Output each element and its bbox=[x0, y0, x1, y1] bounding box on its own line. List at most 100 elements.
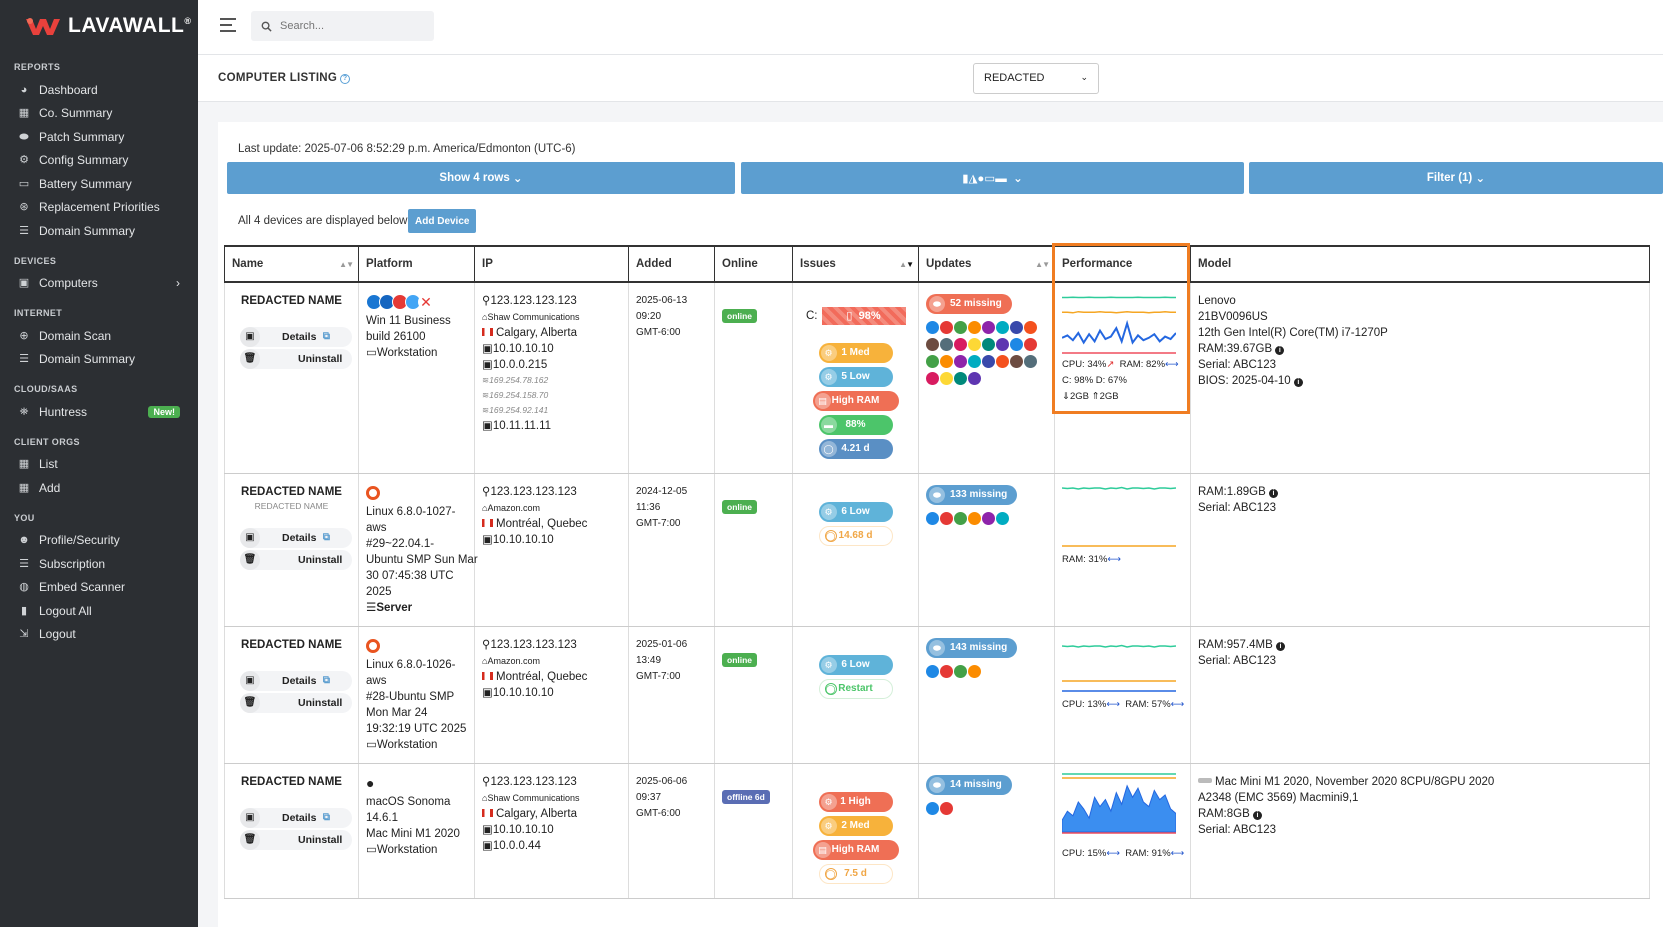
missing-updates-badge[interactable]: ⬬ 133 missing bbox=[926, 485, 1018, 505]
sidebar-item-huntress[interactable]: ⛯ Huntress New! bbox=[0, 400, 198, 424]
sidebar-item-replacement-priorities[interactable]: ⊛ Replacement Priorities bbox=[0, 196, 198, 220]
sidebar-item-list[interactable]: ▦ List bbox=[0, 453, 198, 477]
sidebar-item-add[interactable]: ▦ Add bbox=[0, 476, 198, 500]
col-header-performance[interactable]: Performance bbox=[1054, 245, 1191, 283]
issue-badge-ghost[interactable]: ◯ 7.5 d bbox=[818, 864, 893, 884]
missing-updates-badge[interactable]: ⬬ 143 missing bbox=[926, 638, 1018, 658]
app-icon[interactable] bbox=[925, 371, 940, 386]
app-icon[interactable] bbox=[967, 664, 982, 679]
app-icon[interactable] bbox=[981, 320, 996, 335]
app-icon[interactable] bbox=[981, 354, 996, 369]
app-icon[interactable] bbox=[967, 354, 982, 369]
issue-badge-bat[interactable]: ▬ 88% bbox=[818, 415, 893, 435]
missing-updates-badge[interactable]: ⬬ 52 missing bbox=[926, 294, 1012, 314]
sidebar-item-co-summary[interactable]: ▦ Co. Summary bbox=[0, 102, 198, 126]
app-icon[interactable] bbox=[995, 320, 1010, 335]
app-icon[interactable] bbox=[967, 337, 982, 352]
col-header-name[interactable]: Name ▲▼ bbox=[224, 245, 359, 283]
col-header-platform[interactable]: Platform bbox=[358, 245, 475, 283]
app-icon[interactable] bbox=[939, 511, 954, 526]
issue-badge-ghost-g[interactable]: ◯ Restart bbox=[818, 679, 893, 699]
sort-icon[interactable]: ▲▼ bbox=[339, 260, 354, 269]
col-header-issues[interactable]: Issues ▲▼ bbox=[792, 245, 919, 283]
app-icon[interactable] bbox=[1023, 354, 1038, 369]
details-button[interactable]: ▣ Details ⧉ bbox=[240, 327, 352, 347]
app-icon[interactable] bbox=[1023, 337, 1038, 352]
app-icon[interactable] bbox=[953, 337, 968, 352]
col-header-added[interactable]: Added bbox=[628, 245, 715, 283]
issue-badge-ram[interactable]: ▤ High RAM bbox=[812, 391, 899, 411]
app-icon[interactable] bbox=[939, 371, 954, 386]
menu-toggle-icon[interactable] bbox=[220, 18, 236, 32]
app-icon[interactable] bbox=[995, 511, 1010, 526]
uninstall-button[interactable]: 🗑 Uninstall bbox=[240, 550, 352, 570]
uninstall-button[interactable]: 🗑 Uninstall bbox=[240, 830, 352, 850]
details-button[interactable]: ▣ Details ⧉ bbox=[240, 528, 352, 548]
sidebar-item-dashboard[interactable]: ◕ Dashboard bbox=[0, 78, 198, 102]
app-icon[interactable] bbox=[925, 511, 940, 526]
app-icon[interactable] bbox=[939, 801, 954, 816]
app-icon[interactable] bbox=[953, 371, 968, 386]
col-header-ip[interactable]: IP bbox=[474, 245, 629, 283]
sidebar-item-domain-summary[interactable]: ☰ Domain Summary bbox=[0, 219, 198, 243]
issue-badge-med[interactable]: ⚙ 1 Med bbox=[818, 343, 893, 363]
search-input[interactable] bbox=[280, 20, 420, 32]
uninstall-button[interactable]: 🗑 Uninstall bbox=[240, 693, 352, 713]
info-icon[interactable]: i bbox=[1275, 642, 1285, 651]
details-button[interactable]: ▣ Details ⧉ bbox=[240, 671, 352, 691]
org-select[interactable]: REDACTED ⌄ bbox=[973, 63, 1099, 94]
info-icon[interactable]: i bbox=[1268, 489, 1278, 498]
help-icon[interactable]: ? bbox=[340, 74, 351, 84]
app-icon[interactable] bbox=[925, 354, 940, 369]
info-icon[interactable]: i bbox=[1275, 346, 1285, 355]
platform-filter-button[interactable]: ▮◮●▭▬ ⌄ bbox=[741, 162, 1244, 194]
issue-badge-ram[interactable]: ▤ High RAM bbox=[812, 840, 899, 860]
sidebar-item-logout[interactable]: ⇲ Logout bbox=[0, 623, 198, 647]
app-icon[interactable] bbox=[939, 337, 954, 352]
details-button[interactable]: ▣ Details ⧉ bbox=[240, 808, 352, 828]
app-icon[interactable] bbox=[967, 320, 982, 335]
device-name[interactable]: REDACTED NAME bbox=[232, 637, 351, 653]
app-icon[interactable] bbox=[953, 664, 968, 679]
app-icon[interactable] bbox=[995, 354, 1010, 369]
sidebar-item-logout-all[interactable]: ▮ Logout All bbox=[0, 599, 198, 623]
col-header-online[interactable]: Online bbox=[714, 245, 793, 283]
app-icon[interactable] bbox=[967, 371, 982, 386]
sort-icon[interactable]: ▲▼ bbox=[899, 260, 914, 269]
sidebar-item-battery-summary[interactable]: ▭ Battery Summary bbox=[0, 172, 198, 196]
issue-badge-low[interactable]: ⚙ 5 Low bbox=[818, 367, 893, 387]
sidebar-item-domain-summary[interactable]: ☰ Domain Summary bbox=[0, 348, 198, 372]
filter-button[interactable]: Filter (1) ⌄ bbox=[1249, 162, 1663, 194]
sidebar-item-embed-scanner[interactable]: ◍ Embed Scanner bbox=[0, 576, 198, 600]
sort-icon[interactable]: ▲▼ bbox=[1035, 260, 1050, 269]
sidebar-item-profile-security[interactable]: ☻ Profile/Security bbox=[0, 529, 198, 553]
app-icon[interactable] bbox=[995, 337, 1010, 352]
uninstall-button[interactable]: 🗑 Uninstall bbox=[240, 349, 352, 369]
device-name[interactable]: REDACTED NAME bbox=[232, 774, 351, 790]
info-icon[interactable]: i bbox=[1293, 378, 1303, 387]
app-icon[interactable] bbox=[1009, 354, 1024, 369]
missing-updates-badge[interactable]: ⬬ 14 missing bbox=[926, 775, 1012, 795]
app-icon[interactable] bbox=[1009, 337, 1024, 352]
app-icon[interactable] bbox=[953, 354, 968, 369]
sidebar-item-subscription[interactable]: ☰ Subscription bbox=[0, 552, 198, 576]
app-icon[interactable] bbox=[925, 337, 940, 352]
issue-badge-low[interactable]: ⚙ 6 Low bbox=[818, 655, 893, 675]
sidebar-item-config-summary[interactable]: ⚙ Config Summary bbox=[0, 149, 198, 173]
app-icon[interactable] bbox=[939, 320, 954, 335]
app-icon[interactable] bbox=[925, 320, 940, 335]
info-icon[interactable]: i bbox=[1252, 811, 1262, 820]
issue-badge-high[interactable]: ⚙ 1 High bbox=[818, 792, 893, 812]
app-icon[interactable] bbox=[1023, 320, 1038, 335]
app-icon[interactable] bbox=[1009, 320, 1024, 335]
app-icon[interactable] bbox=[953, 511, 968, 526]
app-icon[interactable] bbox=[981, 511, 996, 526]
app-icon[interactable] bbox=[953, 320, 968, 335]
sidebar-item-patch-summary[interactable]: ⬬ Patch Summary bbox=[0, 125, 198, 149]
app-icon[interactable] bbox=[925, 801, 940, 816]
col-header-model[interactable]: Model bbox=[1190, 245, 1650, 283]
app-icon[interactable] bbox=[981, 337, 996, 352]
app-icon[interactable] bbox=[939, 354, 954, 369]
device-name[interactable]: REDACTED NAME bbox=[232, 293, 351, 309]
app-icon[interactable] bbox=[967, 511, 982, 526]
